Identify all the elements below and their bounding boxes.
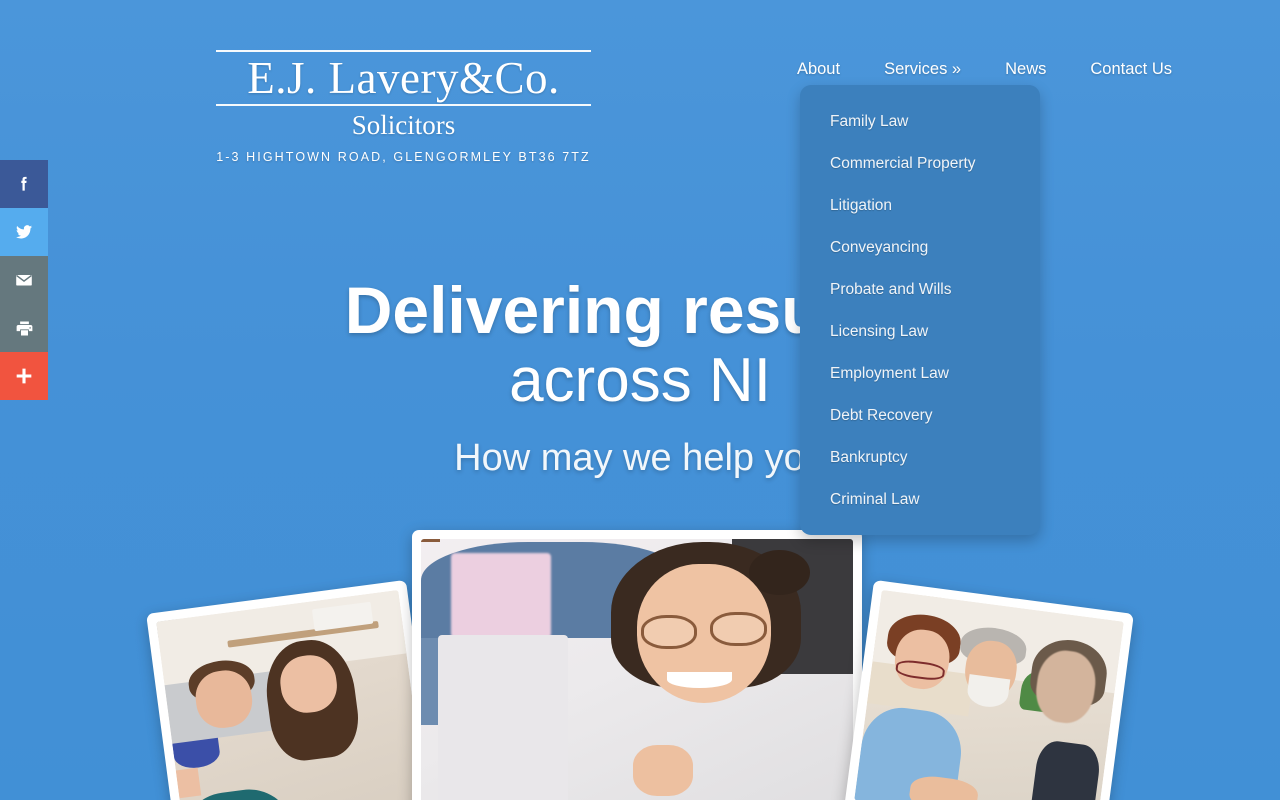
print-icon bbox=[14, 318, 35, 339]
dropdown-item-licensing-law[interactable]: Licensing Law bbox=[800, 311, 1040, 353]
dropdown-item-family-law[interactable]: Family Law bbox=[800, 101, 1040, 143]
logo-rule-top bbox=[216, 50, 591, 52]
share-more-button[interactable] bbox=[0, 352, 48, 400]
share-email-button[interactable] bbox=[0, 256, 48, 304]
services-dropdown-menu: Family Law Commercial Property Litigatio… bbox=[800, 85, 1040, 535]
site-header: E.J. Lavery&Co. Solicitors 1-3 HIGHTOWN … bbox=[0, 0, 1280, 180]
share-print-button[interactable] bbox=[0, 304, 48, 352]
logo-rule-bottom bbox=[216, 104, 591, 106]
page-root: E.J. Lavery&Co. Solicitors 1-3 HIGHTOWN … bbox=[0, 0, 1280, 800]
hero-headline: Delivering results f bbox=[0, 268, 1280, 352]
plus-icon bbox=[13, 365, 35, 387]
photo-center-scene bbox=[421, 539, 853, 800]
main-navigation: About Services » News Contact Us bbox=[775, 56, 1180, 82]
share-twitter-button[interactable] bbox=[0, 208, 48, 256]
photo-card-right[interactable] bbox=[844, 579, 1134, 800]
site-logo[interactable]: E.J. Lavery&Co. Solicitors 1-3 HIGHTOWN … bbox=[216, 50, 591, 164]
email-icon bbox=[13, 269, 35, 291]
dropdown-item-criminal-law[interactable]: Criminal Law bbox=[800, 479, 1040, 521]
dropdown-item-bankruptcy[interactable]: Bankruptcy bbox=[800, 437, 1040, 479]
photo-card-center[interactable] bbox=[412, 530, 862, 800]
facebook-icon bbox=[14, 174, 34, 194]
photo-right-handshake bbox=[854, 589, 1124, 800]
share-facebook-button[interactable] bbox=[0, 160, 48, 208]
photo-card-left[interactable] bbox=[146, 579, 436, 800]
hero-section: Delivering results f across NI How may w… bbox=[0, 268, 1280, 486]
logo-subtitle: Solicitors bbox=[351, 110, 456, 140]
photo-left-scene bbox=[156, 589, 426, 800]
logo-name: E.J. Lavery&Co. bbox=[247, 53, 560, 103]
hero-subtitle: How may we help you bbox=[454, 437, 826, 479]
logo-address: 1-3 HIGHTOWN ROAD, GLENGORMLEY BT36 7TZ bbox=[216, 150, 591, 164]
social-share-rail bbox=[0, 160, 48, 400]
dropdown-item-probate-and-wills[interactable]: Probate and Wills bbox=[800, 269, 1040, 311]
dropdown-item-employment-law[interactable]: Employment Law bbox=[800, 353, 1040, 395]
nav-item-contact-us[interactable]: Contact Us bbox=[1068, 56, 1180, 82]
twitter-icon bbox=[13, 221, 35, 243]
nav-item-about[interactable]: About bbox=[775, 56, 862, 82]
nav-item-news[interactable]: News bbox=[983, 56, 1068, 82]
dropdown-item-commercial-property[interactable]: Commercial Property bbox=[800, 143, 1040, 185]
dropdown-item-litigation[interactable]: Litigation bbox=[800, 185, 1040, 227]
photo-center-woman bbox=[421, 539, 853, 800]
dropdown-item-conveyancing[interactable]: Conveyancing bbox=[800, 227, 1040, 269]
photo-left-couple bbox=[156, 589, 426, 800]
nav-item-services[interactable]: Services » bbox=[862, 56, 983, 82]
hero-headline-line2: across NI bbox=[509, 346, 771, 415]
photo-right-scene bbox=[854, 589, 1124, 800]
dropdown-item-debt-recovery[interactable]: Debt Recovery bbox=[800, 395, 1040, 437]
